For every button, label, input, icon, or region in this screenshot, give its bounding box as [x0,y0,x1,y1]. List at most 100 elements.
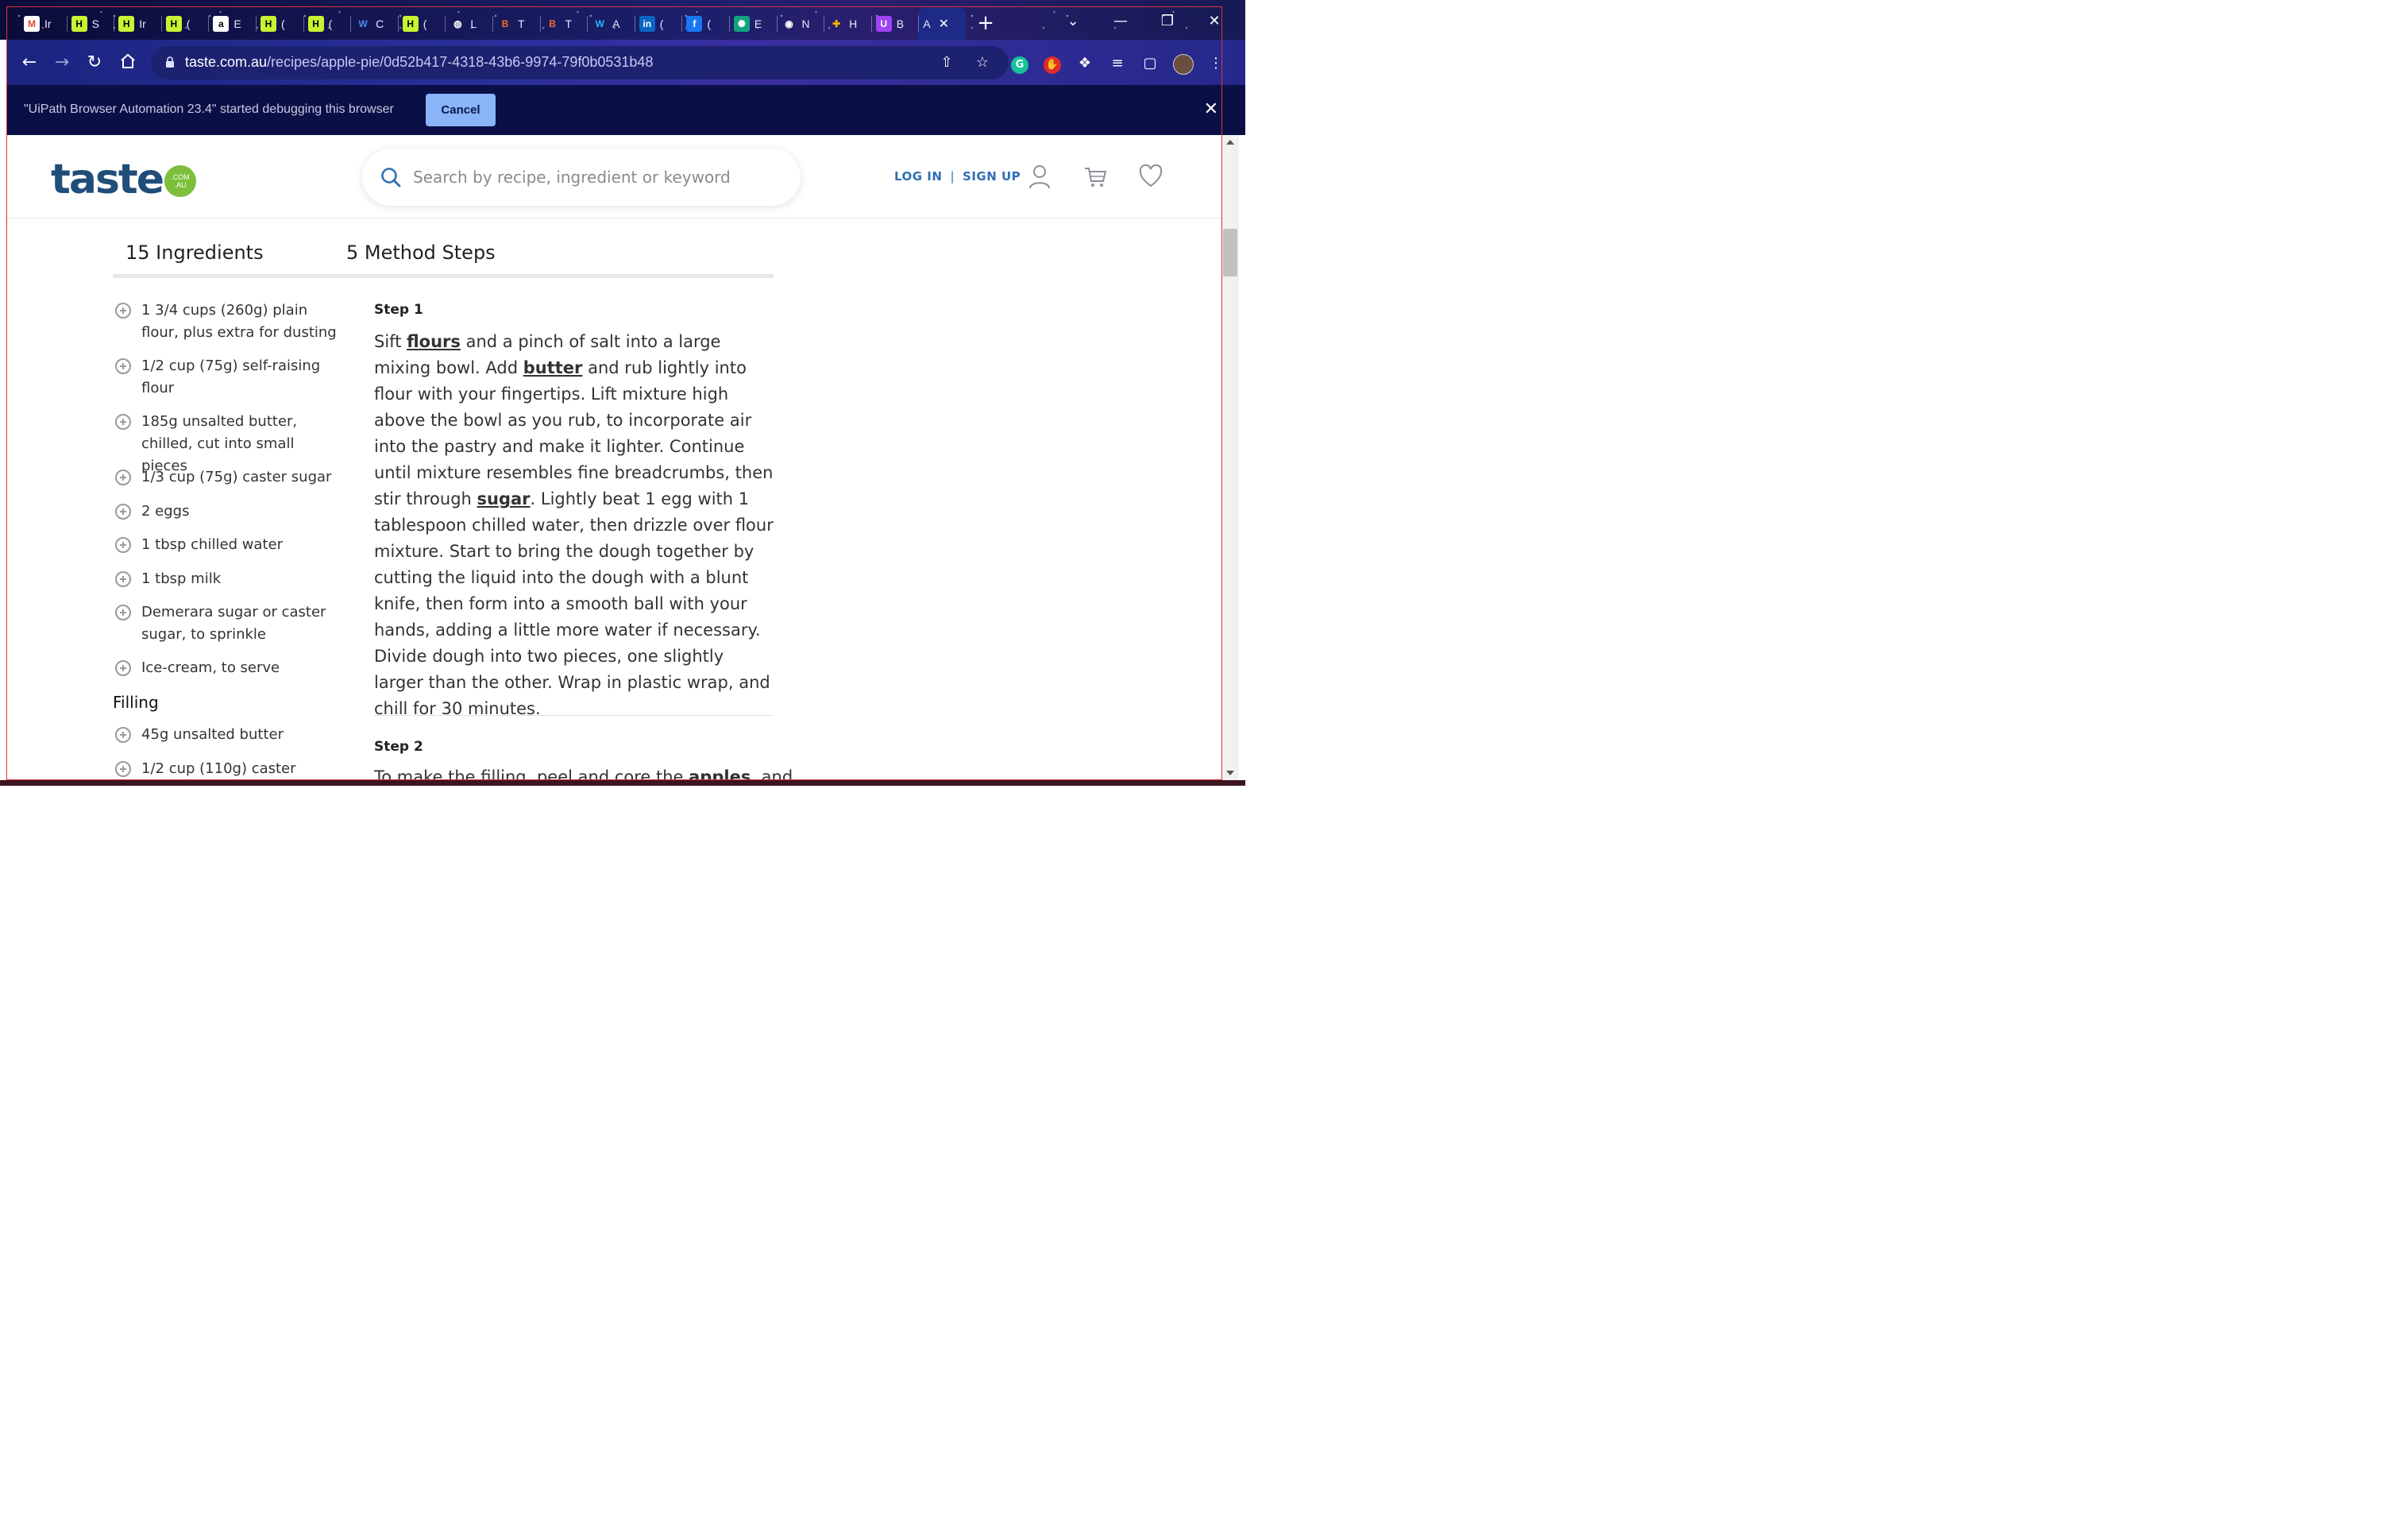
add-ingredient-icon[interactable] [115,761,131,777]
add-ingredient-icon[interactable] [115,414,131,430]
ingredient-text: 1/3 cup (75g) caster sugar [141,469,332,485]
step-2-title: Step 2 [374,739,423,755]
site-header: taste .COM.AU LOG IN | SIGN UP [6,135,1221,218]
g-icon: W [358,18,368,29]
search-input[interactable] [413,164,778,190]
browser-tab[interactable]: BT [492,8,540,40]
browser-tab[interactable]: WA [587,8,635,40]
browser-tab[interactable]: H Ir [114,8,161,40]
lock-icon [166,56,174,68]
logo-wordmark: taste [51,156,164,203]
tab-title: Ir [139,17,146,30]
browser-tab[interactable]: ✚ H [824,8,871,40]
ingredient-item[interactable]: Ice-cream, to serve [113,657,343,679]
search-icon[interactable] [380,166,402,188]
close-tab-icon[interactable]: ✕ [939,16,949,32]
browser-tab[interactable]: ✺ E [728,8,777,40]
tab-method-steps[interactable]: 5 Method Steps [346,242,496,264]
bookmark-star-icon[interactable]: ☆ [973,53,992,72]
back-arrow-icon[interactable]: ← [19,52,40,73]
login-link[interactable]: LOG IN [894,169,942,184]
ingredient-item[interactable]: 1/2 cup (110g) caster sugar [113,758,343,780]
tab-title: E [754,17,762,30]
scroll-down-arrow-icon[interactable] [1226,771,1234,775]
forward-arrow-icon[interactable]: → [52,52,72,73]
browser-tab[interactable]: H( [255,8,303,40]
ingredient-item[interactable]: Demerara sugar or caster sugar, to sprin… [113,601,343,646]
browser-tab[interactable]: WC [350,8,398,40]
ingredient-item[interactable]: 1 tbsp chilled water [113,534,343,556]
browser-tab[interactable]: UB [870,8,919,40]
ingredient-item[interactable]: 2 eggs [113,501,343,523]
add-ingredient-icon[interactable] [115,504,131,520]
adblock-hand-icon[interactable]: ✋ [1043,54,1062,74]
ingredient-link[interactable]: sugar [477,489,531,508]
user-icon[interactable] [1028,164,1052,189]
side-panel-icon[interactable]: ▢ [1140,54,1160,73]
ingredient-item[interactable]: 1 3/4 cups (260g) plain flour, plus extr… [113,300,343,344]
tab-title: A [923,17,931,30]
browser-tab[interactable]: in ( [634,8,682,40]
add-ingredient-icon[interactable] [115,727,131,743]
tab-title: ( [707,17,711,30]
ingredient-item[interactable]: 1/2 cup (75g) self-raising flour [113,355,343,400]
ingredient-item[interactable]: 45g unsalted butter [113,724,343,746]
browser-tab[interactable]: M Ir [19,8,67,40]
scroll-up-arrow-icon[interactable] [1226,140,1234,145]
add-ingredient-icon[interactable] [115,537,131,553]
ingredient-item[interactable]: 1 tbsp milk [113,568,343,590]
taste-logo[interactable]: taste .COM .AU [51,153,197,203]
add-ingredient-icon[interactable] [115,470,131,485]
address-bar[interactable]: taste.com.au/recipes/apple-pie/0d52b417-… [151,46,1009,79]
browser-tab[interactable]: ◍ L [445,8,492,40]
scroll-thumb[interactable] [1223,229,1237,276]
page-scrollbar[interactable] [1221,135,1239,780]
add-ingredient-icon[interactable] [115,660,131,676]
add-ingredient-icon[interactable] [115,358,131,374]
ingredient-link[interactable]: flours [407,332,461,351]
h-icon: H [118,16,135,32]
media-queue-icon[interactable]: ≡ [1108,54,1127,73]
filling-heading: Filling [113,693,159,712]
cancel-debugging-button[interactable]: Cancel [426,94,496,126]
minimize-button[interactable]: — [1098,6,1144,38]
tab-ingredients[interactable]: 15 Ingredients [125,242,264,264]
recipe-section-tabs: 15 Ingredients 5 Method Steps [113,238,774,278]
new-tab-button[interactable]: + [974,12,998,36]
reload-icon[interactable]: ↻ [84,52,105,73]
menu-kebab-icon[interactable]: ⋮ [1206,54,1225,73]
tab-search-chevron-icon[interactable]: ⌄ [1050,6,1096,38]
cart-icon[interactable] [1083,164,1107,189]
browser-tab[interactable]: HS [66,8,114,40]
browser-tab[interactable]: ◉ N [776,8,824,40]
grammarly-icon[interactable]: G [1010,54,1029,74]
browser-tab[interactable]: H( [160,8,209,40]
share-icon[interactable]: ⇧ [937,53,956,72]
ingredient-item[interactable]: 1/3 cup (75g) caster sugar [113,466,343,489]
browser-tab[interactable]: H( [303,8,351,40]
browser-tab[interactable]: aE [208,8,256,40]
browser-tab[interactable]: BT [539,8,588,40]
step-divider [374,715,774,716]
browser-tab[interactable]: A ✕ [918,8,967,40]
restore-button[interactable]: ❐ [1144,6,1190,38]
signup-link[interactable]: SIGN UP [963,169,1021,184]
close-infobar-icon[interactable]: ✕ [1204,99,1218,119]
add-ingredient-icon[interactable] [115,605,131,620]
heart-icon[interactable] [1139,164,1163,189]
gmail-icon: M [24,16,40,32]
debugging-infobar: "UiPath Browser Automation 23.4" started… [6,85,1245,135]
profile-avatar[interactable] [1173,54,1194,75]
home-icon[interactable] [118,52,138,73]
ingredient-text: 2 eggs [141,503,190,520]
ingredient-link[interactable]: apples [689,767,751,780]
step-text: . Lightly beat 1 egg with 1 tablespoon c… [374,489,774,718]
close-window-button[interactable]: ✕ [1191,6,1237,38]
tab-title: N [801,17,810,30]
add-ingredient-icon[interactable] [115,303,131,319]
add-ingredient-icon[interactable] [115,571,131,587]
extensions-puzzle-icon[interactable]: ❖ [1075,54,1094,73]
ingredient-link[interactable]: butter [523,358,583,377]
browser-tab[interactable]: f( [681,8,729,40]
browser-tab[interactable]: H( [397,8,446,40]
